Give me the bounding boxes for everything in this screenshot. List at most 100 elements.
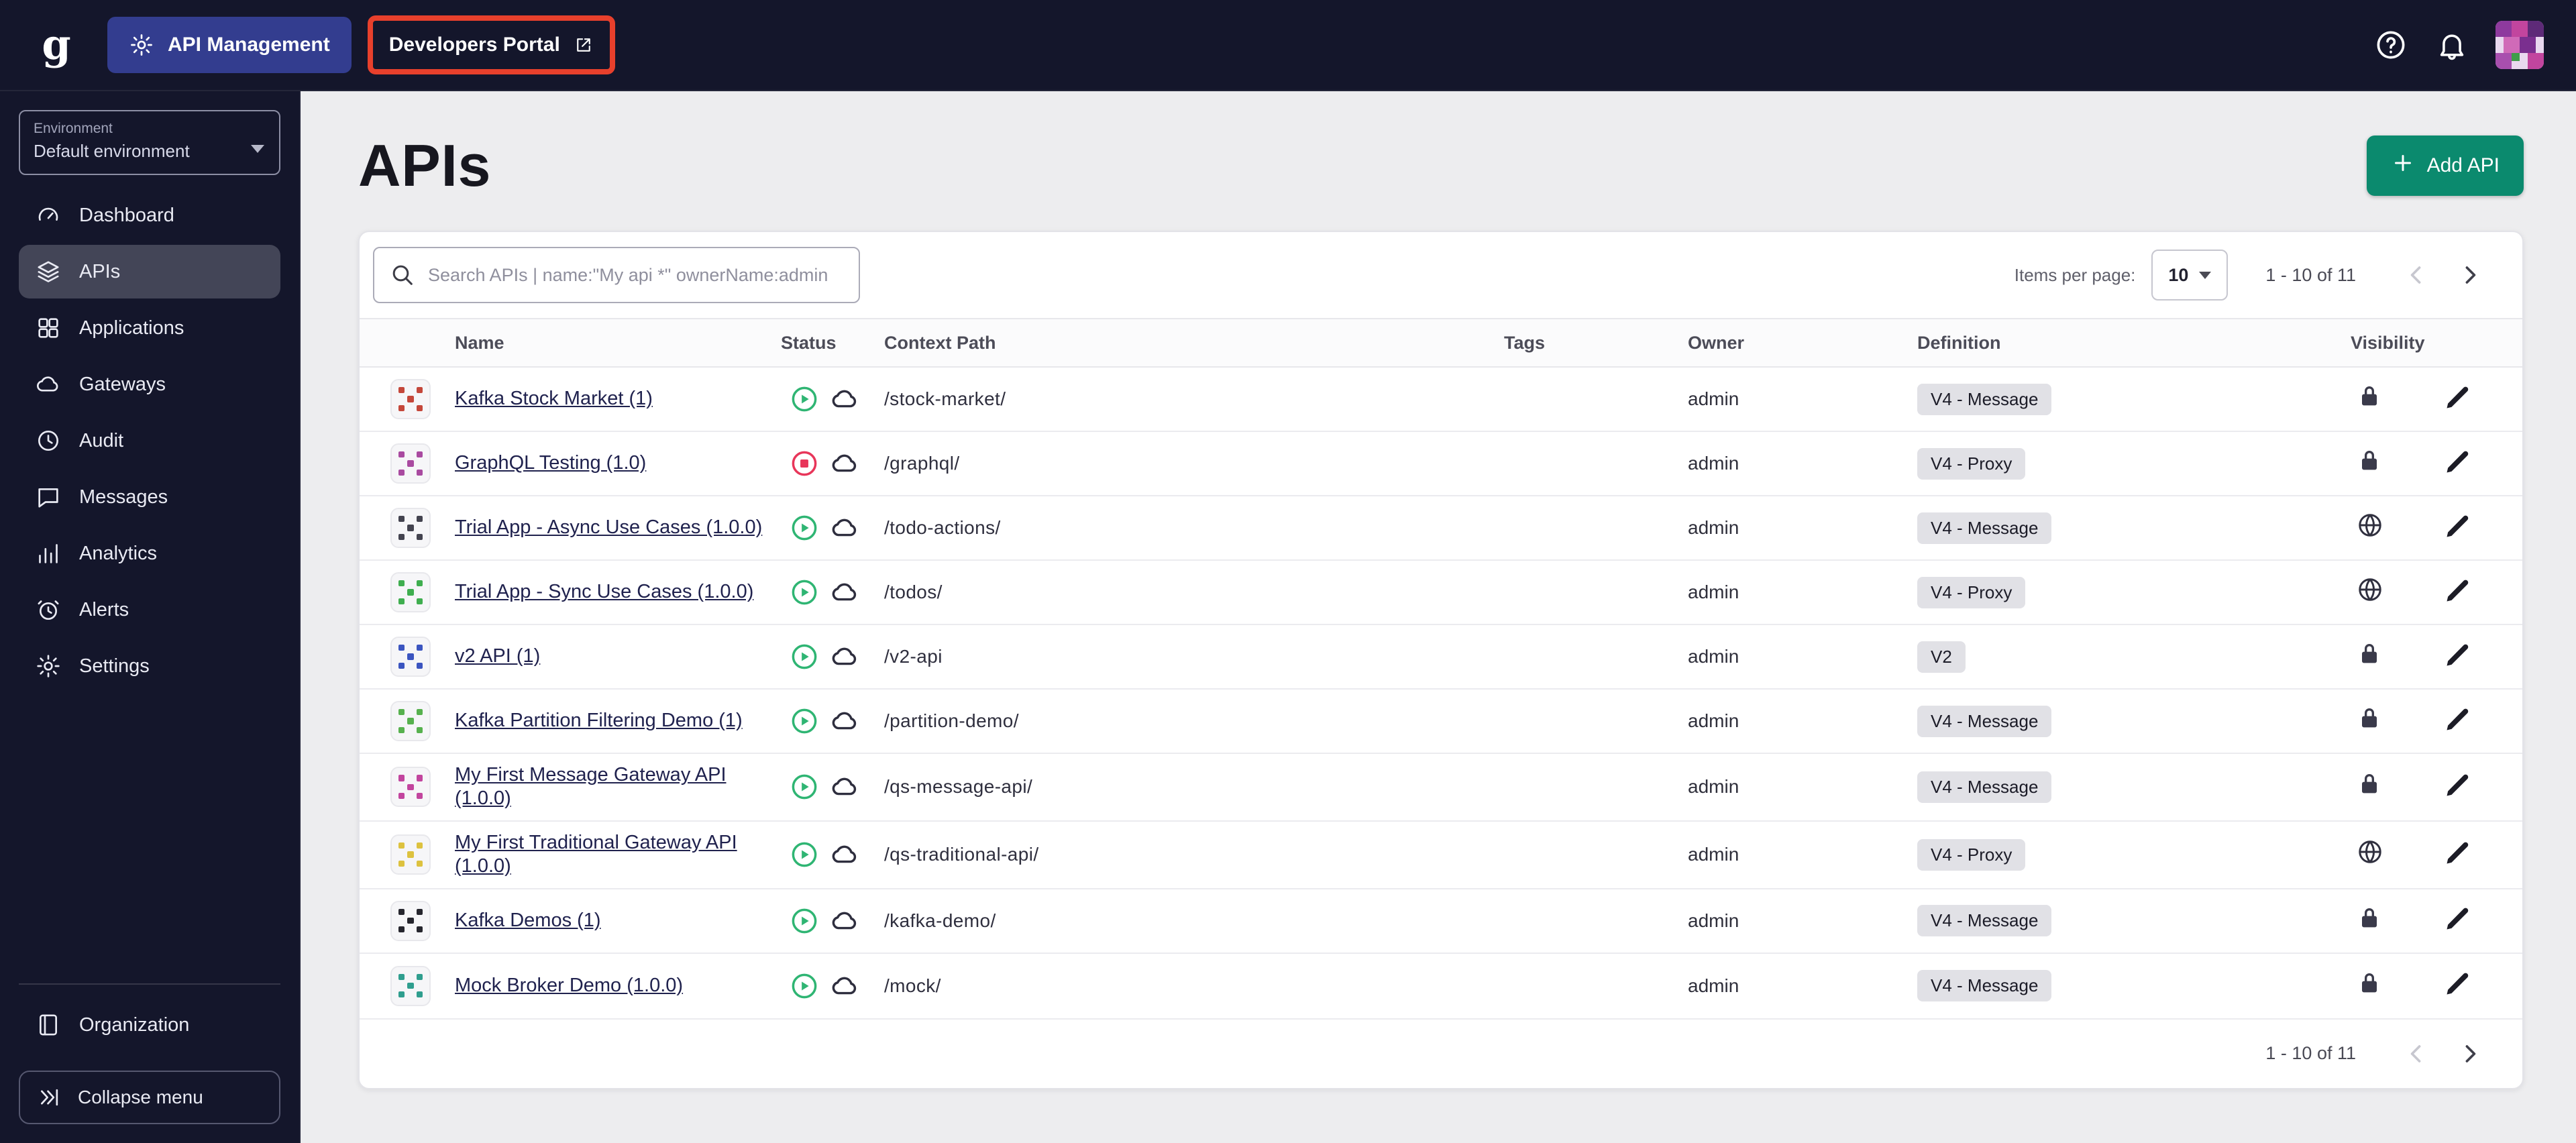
sidebar-item-messages[interactable]: Messages [19,470,280,524]
api-name-link[interactable]: Trial App - Sync Use Cases (1.0.0) [455,580,753,604]
page-size-value: 10 [2168,264,2189,285]
environment-select[interactable]: Environment Default environment [19,110,280,175]
context-path: /qs-traditional-api/ [884,844,1039,865]
sidebar-divider [19,983,280,985]
name-cell: Trial App - Sync Use Cases (1.0.0) [360,563,781,622]
edit-api-button[interactable] [2435,376,2481,422]
edit-api-button[interactable] [2435,698,2481,744]
table-row: v2 API (1) /v2-api admin V2 [360,625,2522,690]
api-name-link[interactable]: GraphQL Testing (1.0) [455,451,646,475]
lock-icon [2356,383,2383,415]
definition-cell: V2 [1917,641,2351,673]
chevron-down-icon [2199,271,2212,279]
sidebar-item-label: Gateways [79,373,166,395]
sidebar-item-dashboard[interactable]: Dashboard [19,188,280,242]
collapse-icon [36,1084,63,1111]
edit-api-button[interactable] [2435,505,2481,551]
previous-page-button[interactable] [2396,255,2436,295]
api-management-button[interactable]: API Management [107,17,352,73]
next-page-button[interactable] [2450,255,2490,295]
sidebar-item-applications[interactable]: Applications [19,301,280,355]
api-name-link[interactable]: My First Traditional Gateway API (1.0.0) [455,831,767,879]
edit-api-button[interactable] [2435,634,2481,679]
sidebar-item-alerts[interactable]: Alerts [19,583,280,637]
search-input[interactable] [373,247,860,303]
notifications-button[interactable] [2435,28,2469,62]
previous-page-button-footer[interactable] [2396,1034,2436,1074]
sidebar-item-organization[interactable]: Organization [19,998,280,1052]
page-size-select[interactable]: 10 [2151,250,2229,301]
column-header-visibility: Visibility [2351,332,2425,353]
definition-cell: V4 - Message [1917,705,2351,737]
cloud-icon [829,577,860,608]
cloud-icon [829,706,860,737]
owner: admin [1688,582,1739,602]
add-api-button[interactable]: Add API [2366,135,2524,196]
collapse-menu-button[interactable]: Collapse menu [19,1071,280,1124]
name-cell: Trial App - Async Use Cases (1.0.0) [360,498,781,557]
visibility-cell [2351,383,2435,415]
definition-badge: V4 - Message [1917,705,2052,737]
status-started-icon [790,840,818,869]
sidebar-item-settings[interactable]: Settings [19,639,280,693]
items-per-page-label: Items per page: [2014,264,2136,285]
sidebar-item-apis[interactable]: APIs [19,245,280,298]
owner: admin [1688,646,1739,667]
globe-icon [2356,576,2384,609]
cloud-icon [829,384,860,415]
sidebar-item-analytics[interactable]: Analytics [19,527,280,580]
environment-label: Environment [34,121,113,136]
edit-api-button[interactable] [2435,569,2481,615]
api-name-link[interactable]: Kafka Partition Filtering Demo (1) [455,709,743,732]
column-header-name: Name [455,332,504,353]
table-row: Trial App - Async Use Cases (1.0.0) /tod… [360,496,2522,561]
actions-cell [2435,505,2522,551]
pagination-range-footer: 1 - 10 of 11 [2265,1043,2356,1063]
owner: admin [1688,710,1739,731]
cloud-icon [829,906,860,936]
edit-api-button[interactable] [2435,898,2481,944]
api-name-link[interactable]: Trial App - Async Use Cases (1.0.0) [455,516,762,539]
name-cell: Kafka Demos (1) [360,891,781,950]
visibility-cell [2351,905,2435,937]
api-name-link[interactable]: Kafka Stock Market (1) [455,387,653,411]
user-avatar[interactable] [2496,21,2544,69]
status-cell [781,384,884,415]
api-avatar [390,508,431,548]
owner: admin [1688,975,1739,996]
definition-badge: V4 - Message [1917,905,2052,936]
context-path: /mock/ [884,975,941,996]
status-started-icon [790,773,818,801]
search-icon [389,262,416,294]
owner: admin [1688,453,1739,474]
name-cell: My First Traditional Gateway API (1.0.0) [360,822,781,888]
sidebar-item-label: Applications [79,317,184,339]
api-avatar [390,701,431,741]
edit-api-button[interactable] [2435,441,2481,486]
context-path: /todos/ [884,582,943,602]
next-page-button-footer[interactable] [2450,1034,2490,1074]
organization-icon [35,1012,62,1038]
edit-api-button[interactable] [2435,764,2481,810]
api-name-link[interactable]: Mock Broker Demo (1.0.0) [455,974,683,997]
sidebar-item-audit[interactable]: Audit [19,414,280,468]
help-button[interactable] [2373,28,2408,62]
table-row: Trial App - Sync Use Cases (1.0.0) /todo… [360,561,2522,625]
edit-api-button[interactable] [2435,832,2481,877]
name-cell: v2 API (1) [360,627,781,686]
definition-badge: V4 - Proxy [1917,447,2026,480]
sidebar-item-gateways[interactable]: Gateways [19,358,280,411]
pencil-icon [2443,838,2473,872]
visibility-cell [2351,511,2435,545]
pencil-icon [2443,770,2473,804]
api-name-link[interactable]: My First Message Gateway API (1.0.0) [455,763,767,811]
developers-portal-button[interactable]: Developers Portal [376,21,607,69]
api-name-link[interactable]: Kafka Demos (1) [455,909,601,932]
definition-badge: V2 [1917,641,1966,673]
status-started-icon [790,643,818,671]
context-path: /graphql/ [884,453,960,474]
edit-api-button[interactable] [2435,963,2481,1009]
owner: admin [1688,388,1739,409]
api-name-link[interactable]: v2 API (1) [455,645,540,668]
